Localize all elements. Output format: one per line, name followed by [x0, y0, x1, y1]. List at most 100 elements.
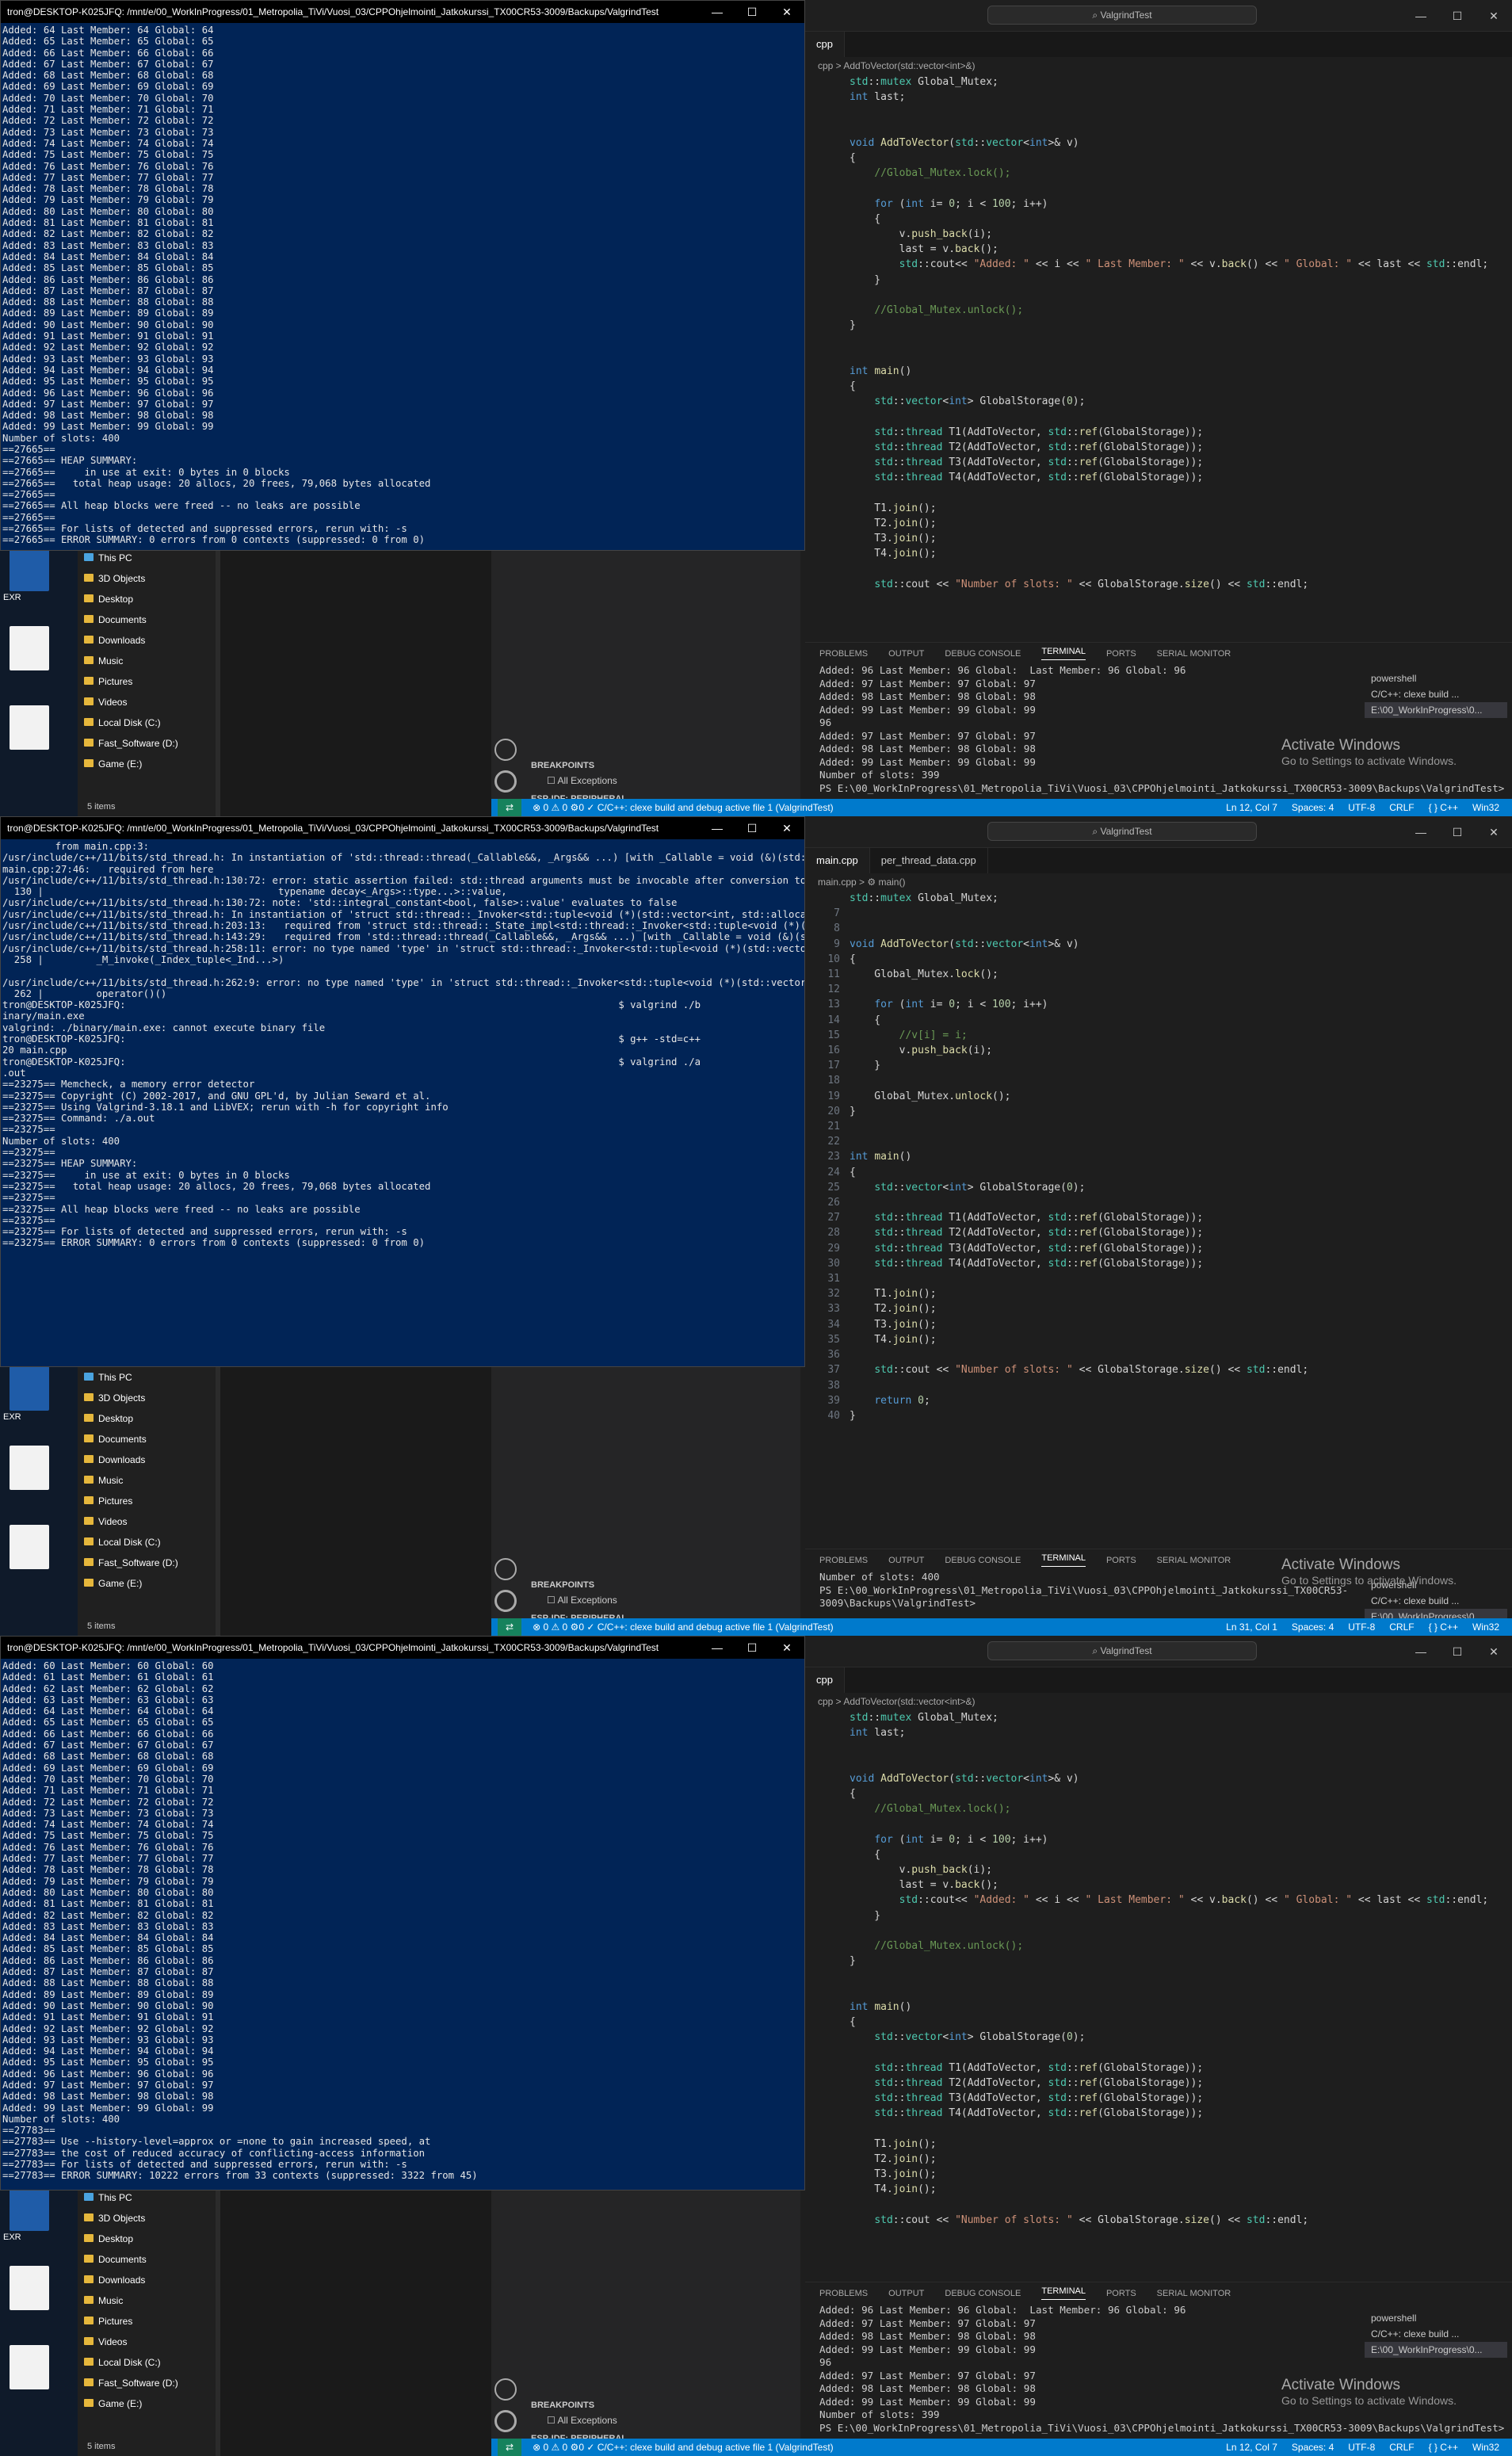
desktop-icon-file[interactable] [3, 1525, 74, 1571]
terminal-instance[interactable]: C/C++: clexe build ... [1365, 2326, 1507, 2342]
ubuntu-terminal-window[interactable]: tron@DESKTOP-K025JFQ: /mnt/e/00_WorkInPr… [0, 0, 805, 551]
explorer-item[interactable]: Music [78, 2290, 216, 2311]
panel-tab-terminal[interactable]: TERMINAL [1041, 2286, 1086, 2300]
editor-tab[interactable]: main.cpp [805, 848, 870, 873]
breakpoints-header[interactable]: BREAKPOINTS [531, 2401, 594, 2410]
explorer-item[interactable]: Music [78, 1470, 216, 1491]
terminal-titlebar[interactable]: tron@DESKTOP-K025JFQ: /mnt/e/00_WorkInPr… [1, 1637, 804, 1659]
desktop-icon-exr[interactable]: EXR [3, 547, 74, 602]
status-item[interactable]: Spaces: 4 [1292, 799, 1334, 816]
panel-tab-problems[interactable]: PROBLEMS [819, 649, 868, 659]
breadcrumb[interactable]: main.cpp > ⚙ main() [805, 873, 1512, 891]
terminal-instance[interactable]: powershell [1365, 670, 1507, 686]
desktop-icon-file[interactable] [3, 705, 74, 751]
status-left[interactable]: ⊗ 0 ⚠ 0 ⚙0 ✓ C/C++: clexe build and debu… [533, 799, 834, 816]
settings-gear-icon[interactable] [494, 2410, 517, 2432]
settings-gear-icon[interactable] [494, 770, 517, 793]
editor-tab[interactable]: cpp [805, 1667, 845, 1693]
explorer-item[interactable]: Desktop [78, 1408, 216, 1429]
explorer-item[interactable]: Desktop [78, 2229, 216, 2249]
code-editor[interactable]: std::mutex Global_Mutex; int last; void … [805, 1710, 1512, 2257]
all-exceptions-checkbox[interactable]: ☐ All Exceptions [547, 775, 617, 786]
status-left[interactable]: ⊗ 0 ⚠ 0 ⚙0 ✓ C/C++: clexe build and debu… [533, 1618, 834, 1636]
status-item[interactable]: Win32 [1472, 799, 1499, 816]
panel-tab-ports[interactable]: PORTS [1106, 649, 1136, 659]
explorer-item[interactable]: Local Disk (C:) [78, 2352, 216, 2373]
terminal-output[interactable]: Added: 60 Last Member: 60 Global: 60 Add… [1, 1659, 804, 2183]
desktop-icon-file[interactable] [3, 1446, 74, 1492]
explorer-item[interactable]: 3D Objects [78, 2208, 216, 2229]
minimize-button[interactable]: — [700, 817, 735, 839]
explorer-item[interactable]: Game (E:) [78, 1573, 216, 1594]
editor-tab[interactable]: cpp [805, 32, 845, 57]
status-item[interactable]: Win32 [1472, 2439, 1499, 2456]
terminal-instance[interactable]: E:\00_WorkInProgress\0... [1365, 702, 1507, 718]
explorer-item[interactable]: Videos [78, 2332, 216, 2352]
minimize-button[interactable]: — [1403, 816, 1439, 848]
all-exceptions-checkbox[interactable]: ☐ All Exceptions [547, 1595, 617, 1606]
remote-indicator[interactable]: ⇄ [498, 2439, 522, 2456]
panel-tab-serial-monitor[interactable]: SERIAL MONITOR [1157, 2289, 1231, 2298]
account-icon[interactable] [494, 2378, 517, 2401]
status-left[interactable]: ⊗ 0 ⚠ 0 ⚙0 ✓ C/C++: clexe build and debu… [533, 2439, 834, 2456]
explorer-item[interactable]: Fast_Software (D:) [78, 1553, 216, 1573]
minimize-button[interactable]: — [700, 1, 735, 23]
explorer-item[interactable]: Local Disk (C:) [78, 1532, 216, 1553]
terminal-instance[interactable]: C/C++: clexe build ... [1365, 1593, 1507, 1609]
close-button[interactable]: ✕ [1476, 0, 1512, 32]
code-editor[interactable]: std::mutex Global_Mutex; void AddToVecto… [805, 891, 1512, 1453]
editor-tab[interactable]: per_thread_data.cpp [870, 848, 988, 873]
explorer-item[interactable]: Downloads [78, 1450, 216, 1470]
close-button[interactable]: ✕ [769, 1, 804, 23]
status-item[interactable]: UTF-8 [1348, 1618, 1375, 1636]
explorer-item[interactable]: Music [78, 651, 216, 671]
maximize-button[interactable]: ☐ [735, 1, 769, 23]
close-button[interactable]: ✕ [769, 1637, 804, 1659]
status-item[interactable]: Ln 12, Col 7 [1226, 2439, 1277, 2456]
desktop-icon-file[interactable] [3, 2345, 74, 2391]
explorer-item[interactable]: 3D Objects [78, 1388, 216, 1408]
terminal-instance[interactable]: C/C++: clexe build ... [1365, 686, 1507, 702]
panel-tab-terminal[interactable]: TERMINAL [1041, 647, 1086, 660]
explorer-item[interactable]: Fast_Software (D:) [78, 733, 216, 754]
breadcrumb[interactable]: cpp > AddToVector(std::vector<int>&) [805, 1693, 1512, 1710]
all-exceptions-checkbox[interactable]: ☐ All Exceptions [547, 2415, 617, 2426]
panel-tab-ports[interactable]: PORTS [1106, 1556, 1136, 1565]
maximize-button[interactable]: ☐ [1439, 816, 1476, 848]
explorer-item[interactable]: Pictures [78, 1491, 216, 1511]
explorer-item[interactable]: Pictures [78, 671, 216, 692]
status-item[interactable]: { } C++ [1429, 1618, 1458, 1636]
code-editor[interactable]: std::mutex Global_Mutex; int last; void … [805, 74, 1512, 621]
panel-tab-serial-monitor[interactable]: SERIAL MONITOR [1157, 649, 1231, 659]
close-button[interactable]: ✕ [769, 817, 804, 839]
explorer-item[interactable]: Desktop [78, 589, 216, 609]
remote-indicator[interactable]: ⇄ [498, 799, 522, 816]
terminal-titlebar[interactable]: tron@DESKTOP-K025JFQ: /mnt/e/00_WorkInPr… [1, 1, 804, 23]
breakpoints-header[interactable]: BREAKPOINTS [531, 761, 594, 770]
breakpoints-header[interactable]: BREAKPOINTS [531, 1580, 594, 1590]
terminal-instance[interactable]: E:\00_WorkInProgress\0... [1365, 2342, 1507, 2358]
breadcrumb[interactable]: cpp > AddToVector(std::vector<int>&) [805, 57, 1512, 74]
panel-tab-serial-monitor[interactable]: SERIAL MONITOR [1157, 1556, 1231, 1565]
panel-tab-problems[interactable]: PROBLEMS [819, 2289, 868, 2298]
remote-indicator[interactable]: ⇄ [498, 1618, 522, 1636]
command-center-search[interactable]: ⌕ ValgrindTest [987, 1641, 1257, 1660]
minimize-button[interactable]: — [1403, 0, 1439, 32]
maximize-button[interactable]: ☐ [1439, 0, 1476, 32]
explorer-item[interactable]: Documents [78, 1429, 216, 1450]
status-item[interactable]: UTF-8 [1348, 799, 1375, 816]
explorer-item[interactable]: Fast_Software (D:) [78, 2373, 216, 2393]
status-item[interactable]: Ln 31, Col 1 [1226, 1618, 1277, 1636]
desktop-icon-exr[interactable]: EXR [3, 2187, 74, 2242]
terminal-output[interactable]: Added: 64 Last Member: 64 Global: 64 Add… [1, 23, 804, 548]
minimize-button[interactable]: — [700, 1637, 735, 1659]
close-button[interactable]: ✕ [1476, 816, 1512, 848]
explorer-item[interactable]: This PC [78, 1367, 216, 1388]
status-item[interactable]: CRLF [1389, 2439, 1414, 2456]
ubuntu-terminal-window[interactable]: tron@DESKTOP-K025JFQ: /mnt/e/00_WorkInPr… [0, 1636, 805, 2191]
explorer-item[interactable]: Pictures [78, 2311, 216, 2332]
status-item[interactable]: CRLF [1389, 1618, 1414, 1636]
explorer-item[interactable]: Videos [78, 692, 216, 712]
panel-tab-output[interactable]: OUTPUT [888, 1556, 924, 1565]
maximize-button[interactable]: ☐ [1439, 1636, 1476, 1667]
